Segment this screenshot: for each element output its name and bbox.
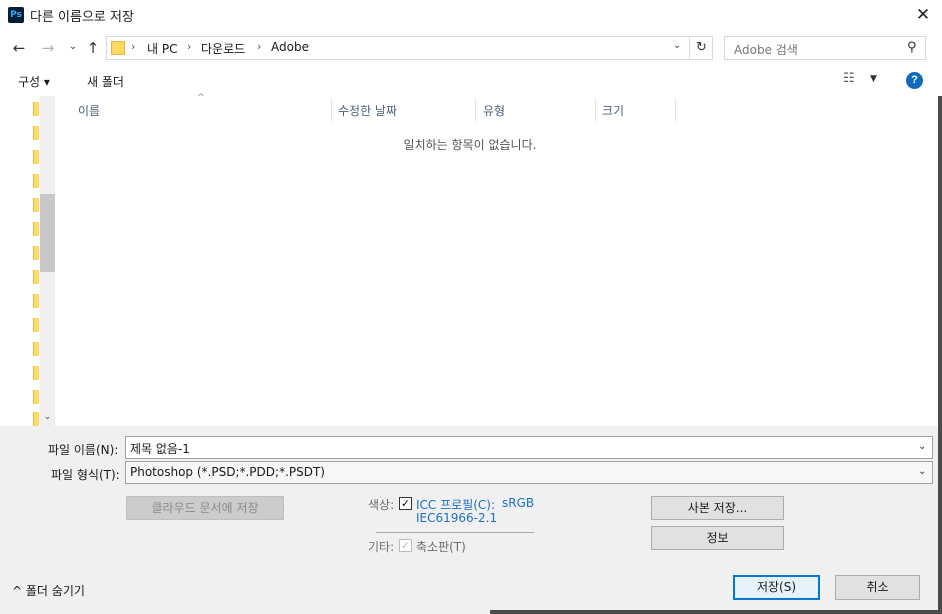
folder-icon[interactable]	[33, 126, 39, 140]
folder-icon	[111, 41, 125, 55]
breadcrumb-my-pc[interactable]: 내 PC	[147, 40, 177, 57]
column-divider[interactable]	[475, 98, 476, 122]
divider	[376, 532, 534, 533]
column-header-name[interactable]: 이름	[78, 102, 100, 119]
folder-icon[interactable]	[33, 318, 39, 332]
checkmark-icon: ✓	[400, 497, 411, 510]
arrow-up-icon: ↑	[86, 39, 100, 57]
search-input[interactable]: Adobe 검색	[734, 41, 798, 58]
photoshop-app-icon: Ps	[8, 7, 24, 23]
dialog-title: 다른 이름으로 저장	[30, 10, 134, 25]
chevron-down-icon: ⌄	[68, 41, 78, 52]
folder-icon[interactable]	[33, 102, 39, 116]
organize-menu[interactable]: 구성 ▾	[18, 73, 50, 90]
view-dropdown-icon[interactable]: ▼	[870, 74, 877, 84]
refresh-button[interactable]: ↻	[691, 36, 713, 60]
hide-folders-label: 폴더 숨기기	[25, 584, 85, 598]
command-bar: 구성 ▾ 새 폴더 ☷ ▼ ?	[0, 68, 942, 96]
folder-icon[interactable]	[33, 222, 39, 236]
filename-label: 파일 이름(N):	[48, 443, 119, 457]
column-divider[interactable]	[675, 98, 676, 122]
folder-icon[interactable]	[33, 366, 39, 380]
refresh-icon: ↻	[696, 40, 707, 55]
folder-icon[interactable]	[33, 150, 39, 164]
column-header-size[interactable]: 크기	[602, 102, 624, 119]
icc-profile-detail: IEC61966-2.1	[416, 511, 498, 525]
search-icon: ⚲	[907, 40, 917, 55]
close-icon: ✕	[915, 5, 931, 25]
filename-field[interactable]: 제목 없음-1 ⌄	[125, 436, 933, 459]
folder-icon[interactable]	[33, 174, 39, 188]
sort-ascending-icon: ^	[197, 93, 205, 103]
column-divider[interactable]	[595, 98, 596, 122]
filetype-select[interactable]: Photoshop (*.PSD;*.PDD;*.PSDT) ⌄	[125, 461, 933, 484]
save-copy-button[interactable]: 사본 저장...	[651, 496, 784, 520]
checkmark-icon: ✓	[400, 539, 411, 552]
recent-locations-button[interactable]: ⌄	[64, 37, 82, 57]
filetype-label: 파일 형식(T):	[51, 468, 120, 482]
icc-profile-checkbox[interactable]: ✓	[399, 497, 412, 510]
cancel-button[interactable]: 취소	[835, 575, 920, 600]
back-button[interactable]: ←	[10, 38, 28, 58]
filetype-value[interactable]: Photoshop (*.PSD;*.PDD;*.PSDT)	[130, 465, 325, 479]
color-label: 색상:	[368, 498, 395, 512]
empty-list-message: 일치하는 항목이 없습니다.	[403, 138, 537, 152]
thumbnail-checkbox[interactable]: ✓	[399, 539, 412, 552]
window-edge	[490, 610, 938, 614]
breadcrumb-downloads[interactable]: 다운로드	[201, 40, 245, 57]
chevron-down-icon[interactable]: ⌄	[918, 441, 926, 452]
folder-icon[interactable]	[33, 390, 39, 404]
folder-icon[interactable]	[33, 270, 39, 284]
window-edge	[938, 96, 942, 614]
breadcrumb-separator: ›	[257, 40, 262, 53]
new-folder-button[interactable]: 새 폴더	[87, 73, 124, 90]
address-bar[interactable]: › 내 PC › 다운로드 › Adobe ⌄	[106, 36, 690, 60]
breadcrumb-separator: ›	[187, 40, 192, 53]
arrow-left-icon: ←	[12, 39, 26, 57]
breadcrumb-separator: ›	[131, 40, 136, 53]
folder-icon[interactable]	[33, 246, 39, 260]
forward-button[interactable]: →	[39, 38, 57, 58]
info-button[interactable]: 정보	[651, 526, 784, 550]
save-to-cloud-button[interactable]: 클라우드 문서에 저장	[126, 496, 284, 520]
chevron-down-icon[interactable]: ⌄	[918, 466, 926, 477]
scroll-down-icon[interactable]: ⌄	[40, 410, 55, 424]
filename-value[interactable]: 제목 없음-1	[130, 440, 190, 457]
chevron-up-icon: ^	[12, 584, 23, 598]
folder-icon[interactable]	[33, 412, 39, 426]
up-button[interactable]: ↑	[84, 38, 102, 58]
arrow-right-icon: →	[41, 39, 55, 57]
column-header-date-modified[interactable]: 수정한 날짜	[338, 102, 397, 119]
close-button[interactable]: ✕	[910, 3, 936, 27]
help-icon[interactable]: ?	[906, 72, 923, 89]
column-header-type[interactable]: 유형	[483, 102, 505, 119]
breadcrumb-adobe[interactable]: Adobe	[271, 40, 309, 54]
view-options-icon[interactable]: ☷	[843, 71, 855, 86]
save-button[interactable]: 저장(S)	[733, 575, 820, 600]
save-options-panel: 파일 이름(N): 제목 없음-1 ⌄ 파일 형식(T): Photoshop …	[0, 426, 938, 614]
chevron-down-icon[interactable]: ⌄	[673, 40, 681, 51]
scrollbar-thumb[interactable]	[40, 194, 55, 272]
column-divider[interactable]	[331, 98, 332, 122]
folder-icon[interactable]	[33, 198, 39, 212]
icc-profile-name: sRGB	[502, 496, 535, 510]
hide-folders-toggle[interactable]: ^ 폴더 숨기기	[12, 582, 85, 599]
title-bar: Ps 다른 이름으로 저장 ✕	[0, 0, 942, 30]
thumbnail-label: 축소판(T)	[416, 540, 466, 554]
other-label: 기타:	[368, 540, 395, 554]
folder-icon[interactable]	[33, 294, 39, 308]
folder-icon[interactable]	[33, 342, 39, 356]
search-box[interactable]: Adobe 검색 ⚲	[724, 36, 926, 60]
